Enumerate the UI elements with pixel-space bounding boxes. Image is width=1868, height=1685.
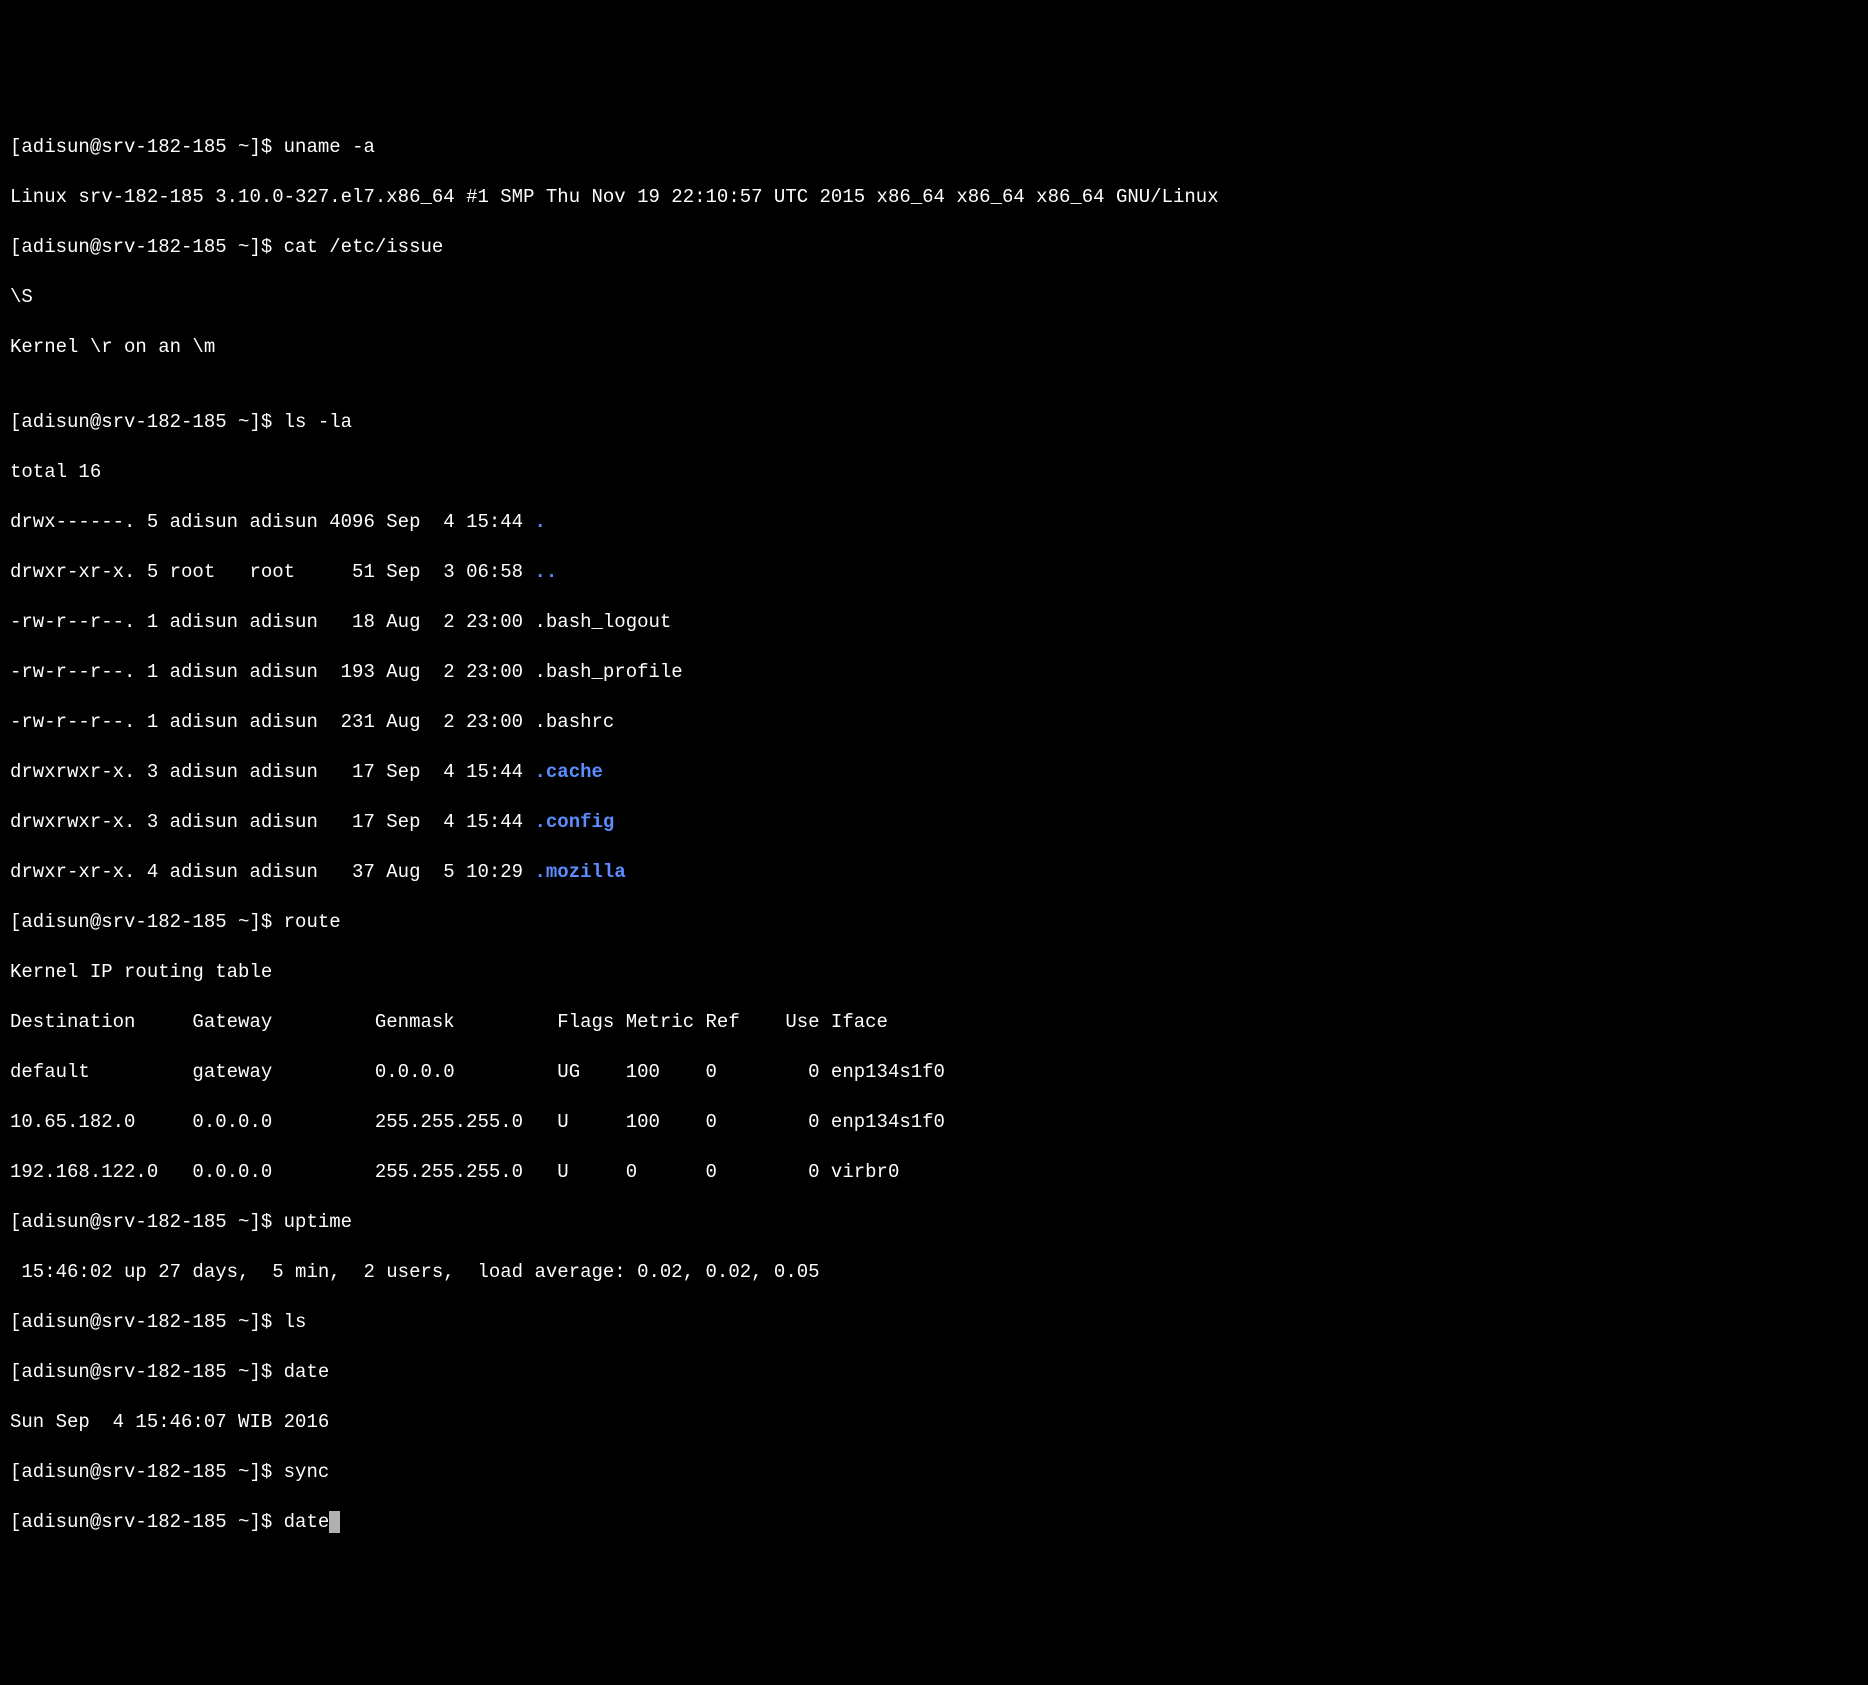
ls-row: drwx------. 5 adisun adisun 4096 Sep 4 1… <box>10 510 1858 535</box>
command-date: date <box>284 1361 330 1383</box>
prompt-line-sync: [adisun@srv-182-185 ~]$ sync <box>10 1460 1858 1485</box>
prompt-line-route: [adisun@srv-182-185 ~]$ route <box>10 910 1858 935</box>
ls-row-meta: drwxr-xr-x. 4 adisun adisun 37 Aug 5 10:… <box>10 861 535 883</box>
ls-row: drwxrwxr-x. 3 adisun adisun 17 Sep 4 15:… <box>10 810 1858 835</box>
route-row: 10.65.182.0 0.0.0.0 255.255.255.0 U 100 … <box>10 1110 1858 1135</box>
ls-dir-mozilla: .mozilla <box>535 861 626 883</box>
ls-row: -rw-r--r--. 1 adisun adisun 231 Aug 2 23… <box>10 710 1858 735</box>
route-row: 192.168.122.0 0.0.0.0 255.255.255.0 U 0 … <box>10 1160 1858 1185</box>
output-uname: Linux srv-182-185 3.10.0-327.el7.x86_64 … <box>10 185 1858 210</box>
shell-prompt: [adisun@srv-182-185 ~]$ <box>10 911 284 933</box>
prompt-line-uptime: [adisun@srv-182-185 ~]$ uptime <box>10 1210 1858 1235</box>
ls-row-meta: drwxrwxr-x. 3 adisun adisun 17 Sep 4 15:… <box>10 761 535 783</box>
command-ls-la: ls -la <box>284 411 352 433</box>
ls-dir-config: .config <box>535 811 615 833</box>
prompt-line-ls-la: [adisun@srv-182-185 ~]$ ls -la <box>10 410 1858 435</box>
shell-prompt: [adisun@srv-182-185 ~]$ <box>10 136 284 158</box>
output-issue-line1: \S <box>10 285 1858 310</box>
shell-prompt: [adisun@srv-182-185 ~]$ <box>10 1511 284 1533</box>
prompt-line-date: [adisun@srv-182-185 ~]$ date <box>10 1360 1858 1385</box>
ls-row-meta: drwxr-xr-x. 5 root root 51 Sep 3 06:58 <box>10 561 535 583</box>
ls-row: -rw-r--r--. 1 adisun adisun 193 Aug 2 23… <box>10 660 1858 685</box>
route-header: Destination Gateway Genmask Flags Metric… <box>10 1010 1858 1035</box>
cursor-block-icon <box>329 1511 340 1533</box>
prompt-line-current[interactable]: [adisun@srv-182-185 ~]$ date <box>10 1510 1858 1535</box>
route-row: default gateway 0.0.0.0 UG 100 0 0 enp13… <box>10 1060 1858 1085</box>
prompt-line-uname: [adisun@srv-182-185 ~]$ uname -a <box>10 135 1858 160</box>
ls-row: drwxrwxr-x. 3 adisun adisun 17 Sep 4 15:… <box>10 760 1858 785</box>
ls-dir-dot: . <box>535 511 546 533</box>
command-current[interactable]: date <box>284 1511 330 1533</box>
output-uptime: 15:46:02 up 27 days, 5 min, 2 users, loa… <box>10 1260 1858 1285</box>
shell-prompt: [adisun@srv-182-185 ~]$ <box>10 1211 284 1233</box>
command-route: route <box>284 911 341 933</box>
shell-prompt: [adisun@srv-182-185 ~]$ <box>10 411 284 433</box>
route-title: Kernel IP routing table <box>10 960 1858 985</box>
ls-row: drwxr-xr-x. 4 adisun adisun 37 Aug 5 10:… <box>10 860 1858 885</box>
prompt-line-cat: [adisun@srv-182-185 ~]$ cat /etc/issue <box>10 235 1858 260</box>
terminal-output[interactable]: [adisun@srv-182-185 ~]$ uname -a Linux s… <box>10 110 1858 1560</box>
output-date: Sun Sep 4 15:46:07 WIB 2016 <box>10 1410 1858 1435</box>
prompt-line-ls: [adisun@srv-182-185 ~]$ ls <box>10 1310 1858 1335</box>
ls-row-meta: drwxrwxr-x. 3 adisun adisun 17 Sep 4 15:… <box>10 811 535 833</box>
command-uname: uname -a <box>284 136 375 158</box>
ls-total: total 16 <box>10 460 1858 485</box>
command-ls: ls <box>284 1311 307 1333</box>
shell-prompt: [adisun@srv-182-185 ~]$ <box>10 236 284 258</box>
output-issue-line2: Kernel \r on an \m <box>10 335 1858 360</box>
shell-prompt: [adisun@srv-182-185 ~]$ <box>10 1311 284 1333</box>
ls-row-meta: drwx------. 5 adisun adisun 4096 Sep 4 1… <box>10 511 535 533</box>
command-uptime: uptime <box>284 1211 352 1233</box>
ls-dir-cache: .cache <box>535 761 603 783</box>
ls-row: drwxr-xr-x. 5 root root 51 Sep 3 06:58 .… <box>10 560 1858 585</box>
ls-dir-dotdot: .. <box>535 561 558 583</box>
shell-prompt: [adisun@srv-182-185 ~]$ <box>10 1361 284 1383</box>
command-cat-issue: cat /etc/issue <box>284 236 444 258</box>
shell-prompt: [adisun@srv-182-185 ~]$ <box>10 1461 284 1483</box>
command-sync: sync <box>284 1461 330 1483</box>
ls-row: -rw-r--r--. 1 adisun adisun 18 Aug 2 23:… <box>10 610 1858 635</box>
